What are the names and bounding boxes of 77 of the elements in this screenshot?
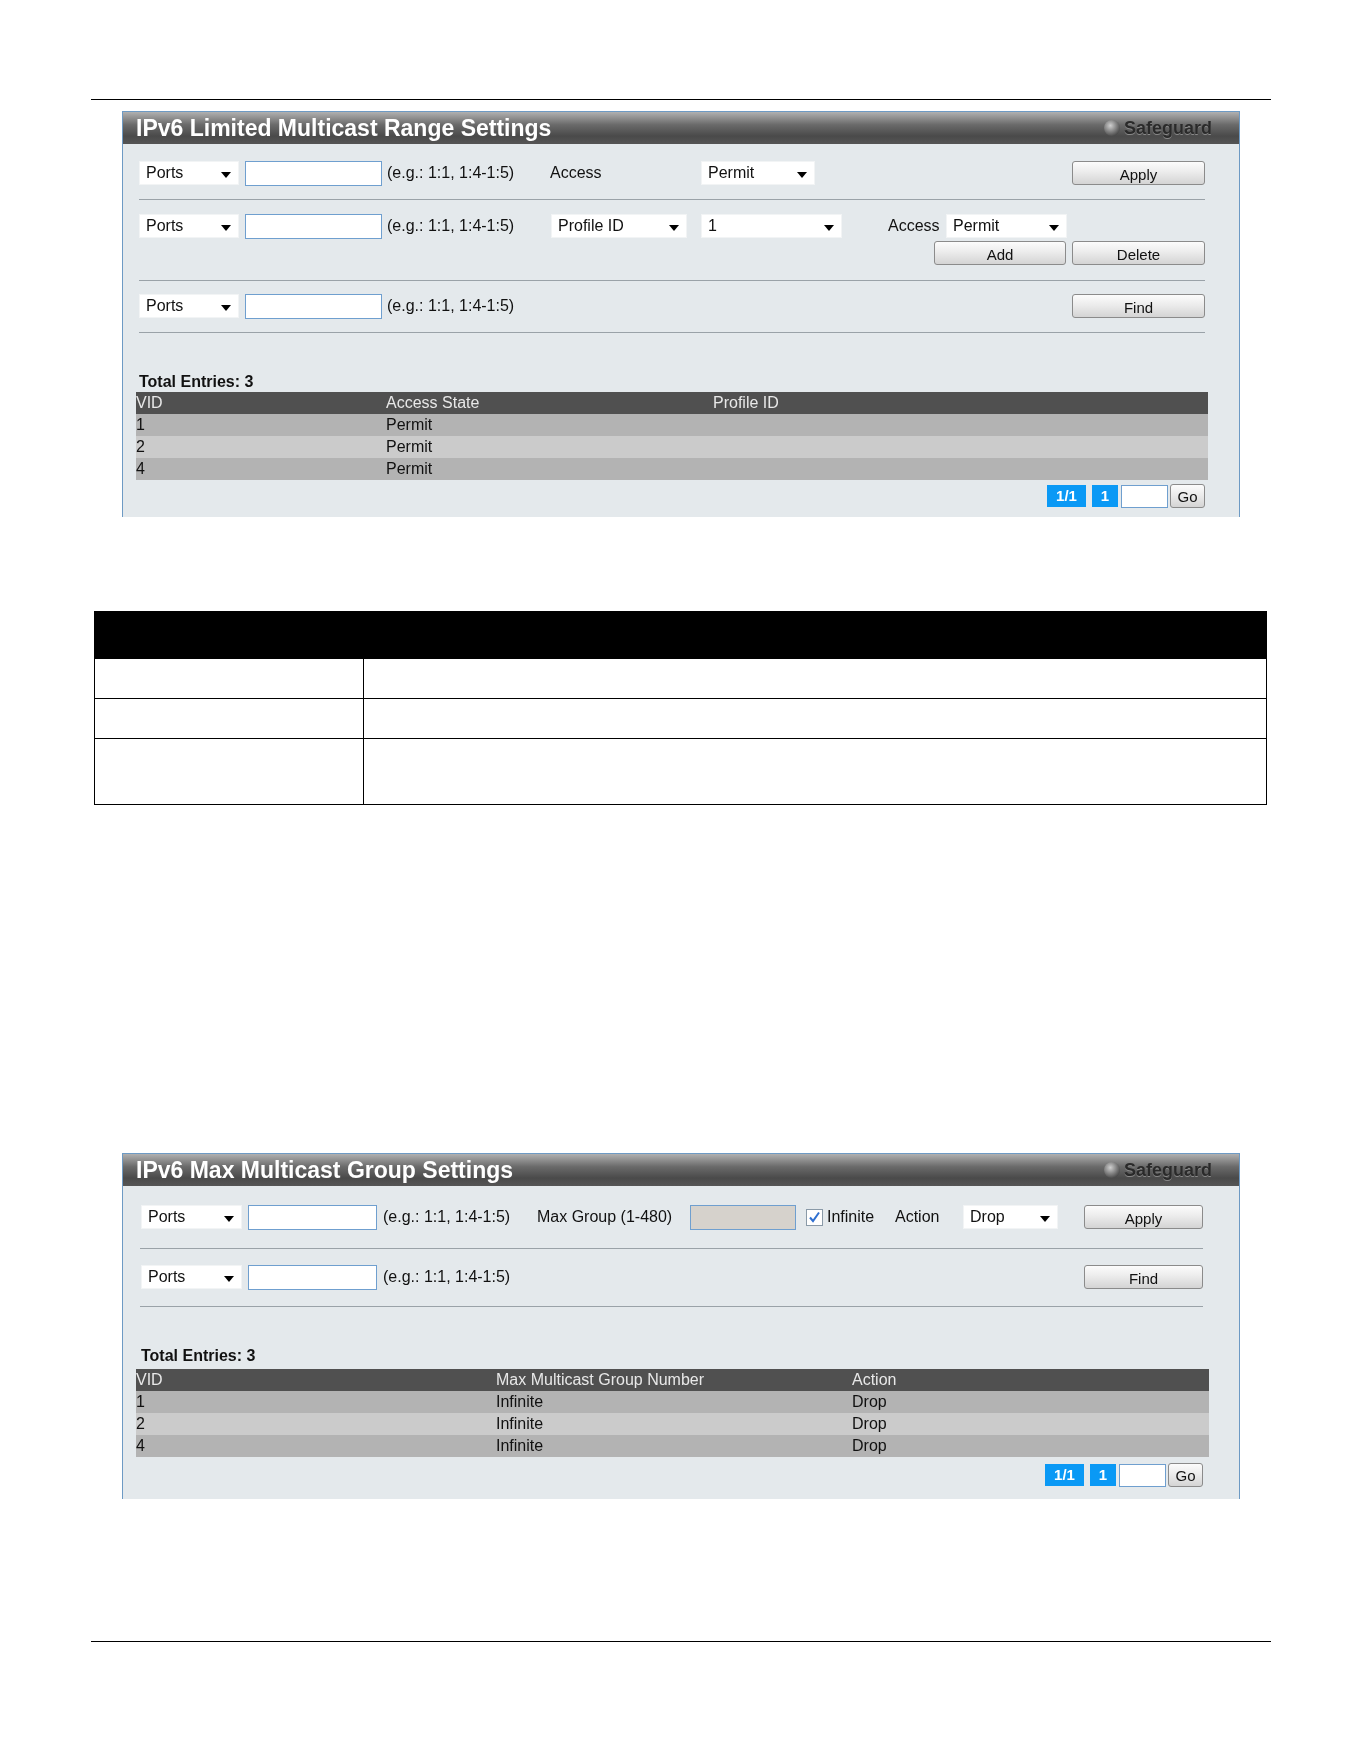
caret-icon — [221, 225, 231, 231]
ports-input-field[interactable] — [248, 1204, 377, 1230]
table-cell: Permit — [386, 415, 433, 435]
page-indicator: 1/1 — [1047, 485, 1086, 507]
table-cell: Permit — [386, 459, 433, 479]
table-cell: 1 — [136, 1392, 145, 1412]
format-hint: (e.g.: 1:1, 1:4-1:5) — [383, 1207, 511, 1227]
table-cell: Permit — [386, 437, 433, 457]
find-button[interactable]: Find — [1072, 294, 1205, 318]
id-type-dropdown[interactable]: Profile ID — [551, 214, 687, 238]
safeguard-label: Safeguard — [1123, 1159, 1212, 1181]
infinite-checkbox[interactable] — [806, 1208, 823, 1226]
format-hint: (e.g.: 1:1, 1:4-1:5) — [387, 163, 515, 183]
format-hint: (e.g.: 1:1, 1:4-1:5) — [383, 1267, 511, 1287]
table-cell: 2 — [136, 437, 145, 457]
max-group-label: Max Group (1-480) — [537, 1207, 673, 1227]
apply-button[interactable]: Apply — [1072, 161, 1205, 185]
ports-input-field[interactable] — [245, 160, 382, 186]
caret-icon — [221, 172, 231, 178]
table-cell: Drop — [852, 1392, 887, 1412]
caret-icon — [224, 1276, 234, 1282]
table-cell: Drop — [852, 1436, 887, 1456]
column-header: Access State — [386, 393, 480, 413]
add-button[interactable]: Add — [934, 241, 1066, 265]
scope-dropdown[interactable]: Ports — [141, 1205, 242, 1229]
go-button[interactable]: Go — [1168, 1463, 1203, 1487]
scope-dropdown[interactable]: Ports — [139, 161, 239, 185]
table-cell: Drop — [852, 1414, 887, 1434]
action-label: Action — [895, 1207, 940, 1227]
caret-icon — [1040, 1216, 1050, 1222]
access-label: Access — [888, 216, 940, 236]
access-dropdown[interactable]: Permit — [946, 214, 1067, 238]
panel-title: IPv6 Max Multicast Group Settings — [136, 1156, 514, 1184]
caret-icon — [797, 172, 807, 178]
caret-icon — [824, 225, 834, 231]
page-number-field[interactable] — [1121, 484, 1168, 508]
caret-icon — [1049, 225, 1059, 231]
scope-dropdown[interactable]: Ports — [139, 294, 239, 318]
column-header: Profile ID — [713, 393, 779, 413]
scope-dropdown[interactable]: Ports — [141, 1265, 242, 1289]
safeguard-label: Safeguard — [1123, 117, 1212, 139]
page-indicator: 1/1 — [1045, 1464, 1084, 1486]
ports-input-field[interactable] — [248, 1264, 377, 1290]
go-button[interactable]: Go — [1170, 484, 1205, 508]
column-header: VID — [136, 1370, 163, 1390]
column-header: Max Multicast Group Number — [496, 1370, 705, 1390]
table-cell: Infinite — [496, 1436, 544, 1456]
column-header: VID — [136, 393, 163, 413]
status-light-icon — [1103, 1162, 1120, 1178]
access-label: Access — [550, 163, 602, 183]
access-dropdown[interactable]: Permit — [701, 161, 815, 185]
apply-button[interactable]: Apply — [1084, 1205, 1203, 1229]
delete-button[interactable]: Delete — [1072, 241, 1205, 265]
format-hint: (e.g.: 1:1, 1:4-1:5) — [387, 296, 515, 316]
page-number-field[interactable] — [1119, 1463, 1166, 1487]
panel-title: IPv6 Limited Multicast Range Settings — [136, 114, 552, 142]
total-entries-label: Total Entries: 3 — [141, 1347, 256, 1365]
status-light-icon — [1103, 120, 1120, 136]
table-cell: 1 — [136, 415, 145, 435]
caret-icon — [221, 305, 231, 311]
table-cell: Infinite — [496, 1392, 544, 1412]
ports-input-field[interactable] — [245, 213, 382, 239]
table-cell: 2 — [136, 1414, 145, 1434]
table-cell: 4 — [136, 1436, 145, 1456]
find-button[interactable]: Find — [1084, 1265, 1203, 1289]
ports-input-field[interactable] — [245, 293, 382, 319]
caret-icon — [669, 225, 679, 231]
scope-dropdown[interactable]: Ports — [139, 214, 239, 238]
action-dropdown[interactable]: Drop — [963, 1205, 1058, 1229]
column-header: Action — [852, 1370, 897, 1390]
infinite-label: Infinite — [827, 1207, 875, 1227]
table-cell: Infinite — [496, 1414, 544, 1434]
format-hint: (e.g.: 1:1, 1:4-1:5) — [387, 216, 515, 236]
caret-icon — [224, 1216, 234, 1222]
total-entries-label: Total Entries: 3 — [139, 373, 254, 391]
table-cell: 4 — [136, 459, 145, 479]
profile-dropdown[interactable]: 1 — [701, 214, 842, 238]
